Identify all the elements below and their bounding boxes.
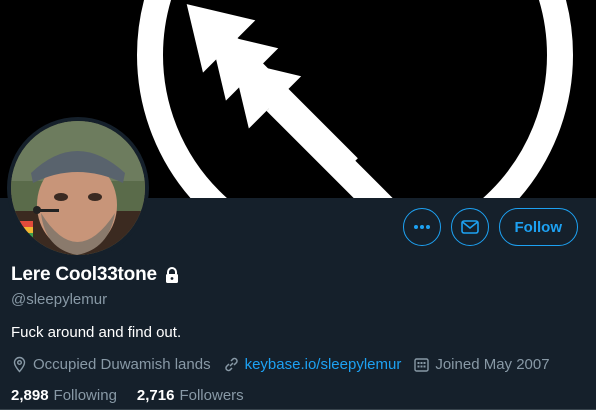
avatar[interactable] [11, 121, 145, 255]
avatar-frame[interactable] [7, 117, 149, 259]
followers-count: 2,716 [136, 387, 175, 404]
profile-stats: 2,898 Following 2,716 Followers [11, 387, 586, 404]
mail-icon [460, 220, 479, 234]
follow-button[interactable]: Follow [498, 208, 578, 246]
profile-bio: Fuck around and find out. [11, 324, 182, 341]
display-name: Lere Cool33tone [11, 264, 157, 285]
more-icon [413, 225, 430, 229]
location-item: Occupied Duwamish lands [11, 356, 211, 373]
following-label: Following [53, 387, 117, 404]
location-text: Occupied Duwamish lands [33, 356, 211, 373]
message-button[interactable] [450, 208, 489, 246]
profile-info: Lere Cool33tone @sleepylemur Fuck around… [11, 264, 586, 404]
link-icon [224, 357, 238, 372]
website-link[interactable]: keybase.io/sleepylemur [245, 356, 402, 373]
joined-text: Joined May 2007 [435, 356, 550, 373]
location-pin-icon [13, 356, 26, 373]
calendar-icon [414, 358, 430, 372]
profile-meta: Occupied Duwamish lands keybase.io/sleep… [11, 356, 586, 373]
more-button[interactable] [402, 208, 441, 246]
following-stat[interactable]: 2,898 Following [11, 387, 117, 404]
lock-icon [165, 267, 178, 283]
followers-stat[interactable]: 2,716 Followers [137, 387, 244, 404]
joined-item: Joined May 2007 [413, 356, 550, 373]
website-item: keybase.io/sleepylemur [223, 356, 402, 373]
followers-label: Followers [179, 387, 244, 404]
name-row: Lere Cool33tone [11, 264, 586, 286]
profile-actions: Follow [402, 208, 578, 246]
following-count: 2,898 [11, 387, 49, 404]
avatar-photo [11, 121, 145, 255]
user-handle: @sleepylemur [11, 291, 108, 308]
